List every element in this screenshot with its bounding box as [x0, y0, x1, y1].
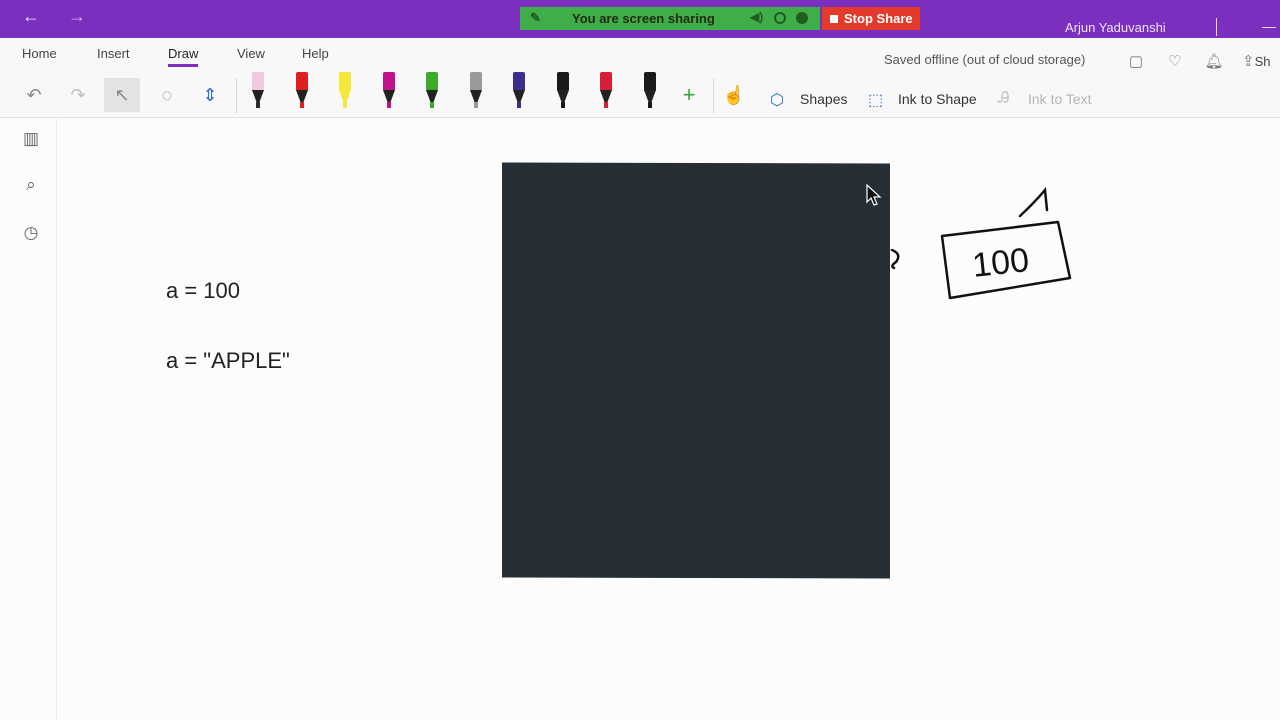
title-bar: ← → ✎ You are screen sharing ◀) Stop Sha…: [0, 0, 1280, 38]
minimize-icon[interactable]: —: [1262, 18, 1276, 34]
pen-point: [560, 102, 565, 108]
pen-point: [386, 102, 391, 108]
tab-draw[interactable]: Draw: [168, 46, 199, 67]
bell-icon[interactable]: 🔔︎: [1204, 52, 1224, 72]
ink-to-text-icon: Ꭿ: [998, 90, 1010, 107]
pen-4[interactable]: [377, 72, 401, 112]
notebooks-icon[interactable]: ▥: [20, 129, 42, 151]
user-name[interactable]: Arjun Yaduvanshi: [1065, 20, 1166, 35]
pen-body: [426, 72, 438, 90]
pen-9[interactable]: [594, 72, 618, 112]
ink-to-shape-label: Ink to Shape: [898, 91, 977, 107]
pen-point: [473, 102, 478, 108]
pen-point: [517, 102, 521, 108]
pen-point: [343, 102, 347, 108]
pen-point: [647, 102, 652, 108]
save-status: Saved offline (out of cloud storage): [884, 52, 1086, 67]
ink-to-text-button[interactable]: Ꭿ Ink to Text: [998, 90, 1092, 108]
pen-point: [430, 102, 434, 108]
ribbon: Home Insert Draw View Help Saved offline…: [0, 38, 1280, 118]
notebook-icon[interactable]: ▢: [1126, 52, 1146, 72]
add-pen-icon[interactable]: +: [671, 78, 707, 112]
left-sidebar: ▥ ⌕ ◷: [0, 119, 57, 720]
shapes-button[interactable]: ⬡ Shapes: [770, 90, 848, 109]
search-icon[interactable]: ⌕: [20, 175, 42, 197]
pen-point: [604, 102, 608, 108]
pen-body: [513, 72, 525, 90]
title-separator: [1216, 18, 1217, 36]
type-select-icon[interactable]: ↖: [104, 78, 140, 112]
pen-10[interactable]: [638, 72, 662, 112]
ink-to-text-label: Ink to Text: [1028, 91, 1092, 107]
ribbon-separator: [713, 78, 714, 114]
ink-to-shape-icon: ⬚: [868, 92, 884, 109]
ribbon-separator: [236, 78, 237, 114]
audio-icon[interactable]: ◀): [750, 10, 763, 24]
add-space-icon[interactable]: ⇕: [192, 78, 228, 112]
tab-home[interactable]: Home: [22, 46, 57, 61]
pen-5[interactable]: [420, 72, 444, 112]
shapes-icon: ⬡: [770, 92, 784, 109]
pen-body: [469, 72, 482, 90]
forward-arrow-icon[interactable]: →: [68, 6, 86, 27]
ink-drawing: 100: [890, 186, 1072, 300]
note-line-1[interactable]: a = 100: [166, 278, 240, 304]
stop-share-button[interactable]: Stop Share: [822, 7, 920, 30]
recent-clock-icon[interactable]: ◷: [20, 223, 42, 245]
pen-8[interactable]: [551, 72, 575, 112]
share-icon: ⇪: [1242, 53, 1255, 70]
share-label: Sh: [1254, 54, 1271, 69]
share-button[interactable]: ⇪Sh: [1242, 52, 1280, 72]
touch-draw-icon[interactable]: ☝: [716, 78, 752, 112]
dark-image-box[interactable]: [502, 162, 890, 579]
undo-icon[interactable]: ↶: [16, 78, 52, 112]
pen-body: [600, 72, 612, 90]
pen-share-icon: ✎: [530, 10, 541, 25]
ink-check-stroke: [1018, 186, 1049, 218]
check-dot-icon[interactable]: [796, 12, 808, 24]
status-dot-icon[interactable]: [774, 12, 786, 24]
pen-1[interactable]: [246, 72, 270, 112]
pen-body: [252, 72, 264, 90]
tab-view[interactable]: View: [237, 46, 265, 61]
pen-point: [256, 102, 260, 108]
lightbulb-icon[interactable]: ♡: [1165, 52, 1185, 72]
pen-point: [299, 102, 304, 108]
lasso-select-icon[interactable]: ◌: [149, 78, 185, 112]
pen-body: [295, 72, 308, 90]
tab-insert[interactable]: Insert: [97, 46, 130, 61]
stop-square-icon: [830, 15, 838, 23]
screen-share-banner: ✎ You are screen sharing ◀): [520, 7, 820, 30]
pen-body: [382, 72, 395, 90]
ink-value-text: 100: [970, 241, 1030, 285]
ink-to-shape-button[interactable]: ⬚ Ink to Shape: [868, 90, 977, 109]
pen-body: [556, 72, 569, 90]
back-arrow-icon[interactable]: ←: [22, 6, 40, 27]
pen-2[interactable]: [290, 72, 314, 112]
ink-arrow-stroke: [890, 248, 900, 270]
share-banner-text: You are screen sharing: [572, 11, 715, 26]
pen-6[interactable]: [464, 72, 488, 112]
stop-share-label: Stop Share: [844, 11, 913, 26]
pen-7[interactable]: [507, 72, 531, 112]
note-line-2[interactable]: a = "APPLE": [166, 348, 290, 374]
redo-icon[interactable]: ↷: [60, 78, 96, 112]
tab-help[interactable]: Help: [302, 46, 329, 61]
shapes-label: Shapes: [800, 91, 848, 107]
pen-3[interactable]: [333, 72, 357, 112]
pen-body: [643, 72, 656, 90]
pen-body: [339, 72, 351, 90]
